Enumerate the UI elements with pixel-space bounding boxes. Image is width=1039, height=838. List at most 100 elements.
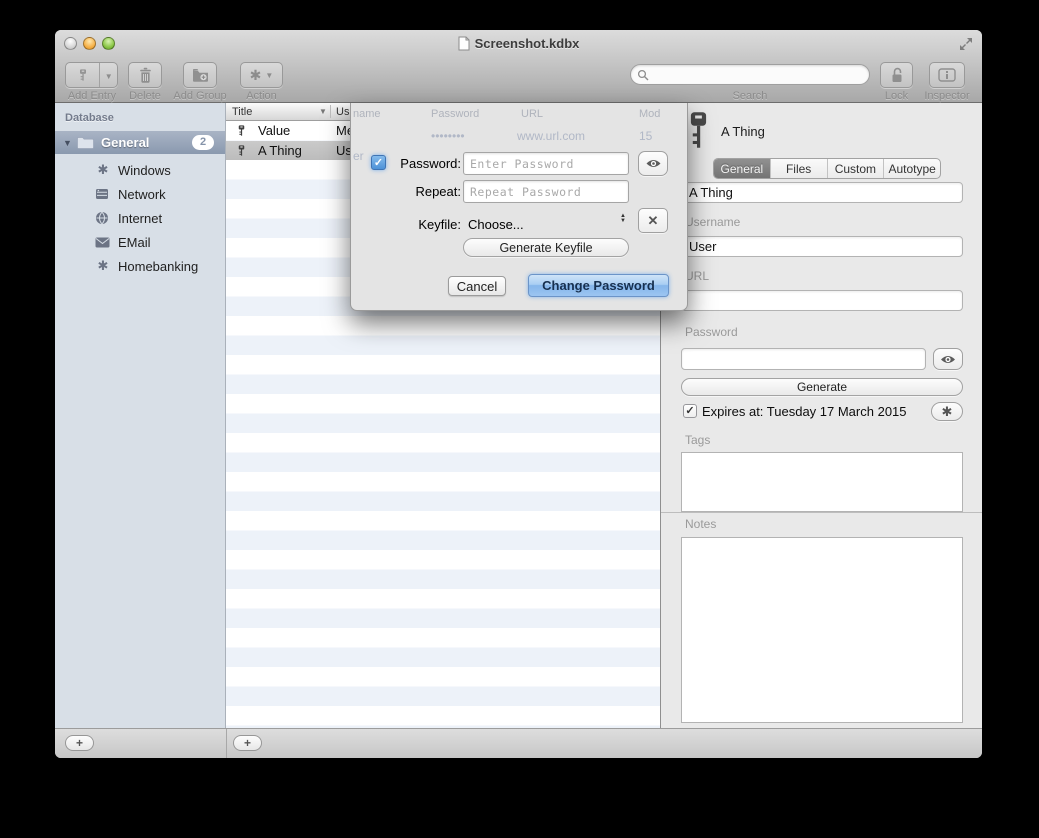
generate-keyfile-button[interactable]: Generate Keyfile xyxy=(463,238,629,257)
trash-icon xyxy=(139,67,152,83)
sheet-password-label: Password: xyxy=(369,156,461,171)
search-icon xyxy=(637,69,649,81)
gear-icon: ✱ xyxy=(95,258,111,274)
delete-button[interactable] xyxy=(128,62,162,88)
ghost-modified-value: 15 xyxy=(639,129,652,143)
globe-icon xyxy=(95,211,111,225)
toolbar: ▼ Add Entry Delete Add Group ✱ ▼ A xyxy=(55,57,982,103)
username-field[interactable] xyxy=(681,236,963,257)
sidebar-item-internet[interactable]: Internet xyxy=(55,206,225,230)
entry-title: A Thing xyxy=(258,143,302,158)
key-icon xyxy=(685,111,712,149)
column-header-username[interactable]: Us xyxy=(336,106,349,118)
key-icon xyxy=(236,123,247,138)
add-group-label: Add Group xyxy=(155,90,245,102)
sidebar-item-windows[interactable]: ✱ Windows xyxy=(55,158,225,182)
expires-label: Expires at: Tuesday 17 March 2015 xyxy=(702,404,907,419)
username-label: Username xyxy=(685,215,740,229)
sidebar: Database ▼ General 2 ✱ Windows Network xyxy=(55,103,226,728)
keyfile-popup[interactable]: Choose... xyxy=(468,217,524,232)
expires-checkbox[interactable]: ✓ xyxy=(683,404,697,418)
gear-icon: ✱ xyxy=(942,404,953,420)
chevron-down-icon: ▼ xyxy=(105,72,113,81)
disclosure-triangle-icon[interactable]: ▼ xyxy=(63,138,72,148)
inspector-button[interactable] xyxy=(929,62,965,88)
inspector-entry-title: A Thing xyxy=(721,124,765,139)
add-entry-dropdown[interactable]: ▼ xyxy=(100,66,117,84)
lock-button[interactable] xyxy=(880,62,913,88)
search-label: Search xyxy=(630,90,870,102)
sidebar-item-network[interactable]: Network xyxy=(55,182,225,206)
column-divider[interactable] xyxy=(330,105,331,118)
add-entry-button[interactable]: ▼ xyxy=(65,62,118,88)
ghost-password-dots: •••••••• xyxy=(431,129,465,143)
window-title: Screenshot.kdbx xyxy=(475,36,580,51)
repeat-password-input[interactable] xyxy=(463,180,629,203)
new-password-input[interactable] xyxy=(463,152,629,175)
lock-label: Lock xyxy=(876,90,917,102)
change-password-button[interactable]: Change Password xyxy=(528,274,669,297)
envelope-icon xyxy=(95,237,111,248)
show-password-button[interactable] xyxy=(638,151,668,176)
inspector-panel: A Thing General Files Custom Autotype Us… xyxy=(660,103,982,728)
entry-title: Value xyxy=(258,123,290,138)
ghost-column-password: Password xyxy=(431,108,479,120)
add-group-button[interactable] xyxy=(183,62,217,88)
chevron-down-icon: ▼ xyxy=(265,71,273,80)
expires-settings-button[interactable]: ✱ xyxy=(931,402,963,421)
action-button[interactable]: ✱ ▼ xyxy=(240,62,283,88)
folder-plus-icon xyxy=(192,68,209,82)
sort-indicator-icon: ▼ xyxy=(319,107,327,116)
gear-icon: ✱ xyxy=(250,68,262,82)
action-label: Action xyxy=(240,90,283,102)
clear-keyfile-button[interactable]: ✕ xyxy=(638,208,668,233)
ghost-column-url: URL xyxy=(521,108,543,120)
sidebar-group-general[interactable]: ▼ General 2 xyxy=(55,131,225,154)
key-icon xyxy=(77,67,89,83)
column-header-title[interactable]: Title xyxy=(232,106,252,118)
password-field[interactable] xyxy=(681,348,926,370)
add-group-footer-button[interactable]: + xyxy=(65,735,94,751)
tab-general[interactable]: General xyxy=(714,159,770,178)
tab-autotype[interactable]: Autotype xyxy=(883,159,940,178)
key-icon xyxy=(236,143,247,158)
lock-open-icon xyxy=(890,67,904,83)
generate-password-button[interactable]: Generate xyxy=(681,378,963,396)
notes-label: Notes xyxy=(685,517,716,531)
entry-count-badge: 2 xyxy=(192,135,214,150)
sheet-repeat-label: Repeat: xyxy=(369,184,461,199)
sidebar-item-email[interactable]: EMail xyxy=(55,230,225,254)
ghost-url-value: www.url.com xyxy=(517,129,585,143)
server-icon xyxy=(95,187,111,201)
sheet-keyfile-label: Keyfile: xyxy=(369,217,461,232)
window-title-area: Screenshot.kdbx xyxy=(55,30,982,57)
sidebar-item-homebanking[interactable]: ✱ Homebanking xyxy=(55,254,225,278)
change-password-sheet: name Password URL Mod •••••••• www.url.c… xyxy=(350,103,688,311)
stepper-icon[interactable]: ▲▼ xyxy=(620,214,626,224)
search-field[interactable] xyxy=(630,64,870,85)
cancel-button[interactable]: Cancel xyxy=(448,276,506,296)
fullscreen-icon[interactable] xyxy=(959,37,973,51)
tab-custom[interactable]: Custom xyxy=(827,159,884,178)
url-label: URL xyxy=(685,269,709,283)
document-icon xyxy=(458,36,470,51)
password-label: Password xyxy=(685,325,738,339)
add-entry-footer-button[interactable]: + xyxy=(233,735,262,751)
ghost-username-value: er xyxy=(353,149,364,163)
folder-icon xyxy=(77,136,94,149)
sidebar-group-label: General xyxy=(101,135,149,150)
title-bar: Screenshot.kdbx xyxy=(55,30,982,57)
ghost-column-username: name xyxy=(353,108,381,120)
tags-field[interactable] xyxy=(681,452,963,512)
ghost-column-modified: Mod xyxy=(639,108,660,120)
gear-icon: ✱ xyxy=(95,162,111,178)
url-field[interactable] xyxy=(681,290,963,311)
show-password-button[interactable] xyxy=(933,348,963,370)
divider xyxy=(661,512,982,513)
notes-field[interactable] xyxy=(681,537,963,723)
inspector-label: Inspector xyxy=(915,90,979,102)
tab-files[interactable]: Files xyxy=(770,159,827,178)
title-field[interactable] xyxy=(681,182,963,203)
info-icon xyxy=(938,68,956,82)
search-input[interactable] xyxy=(649,68,849,82)
